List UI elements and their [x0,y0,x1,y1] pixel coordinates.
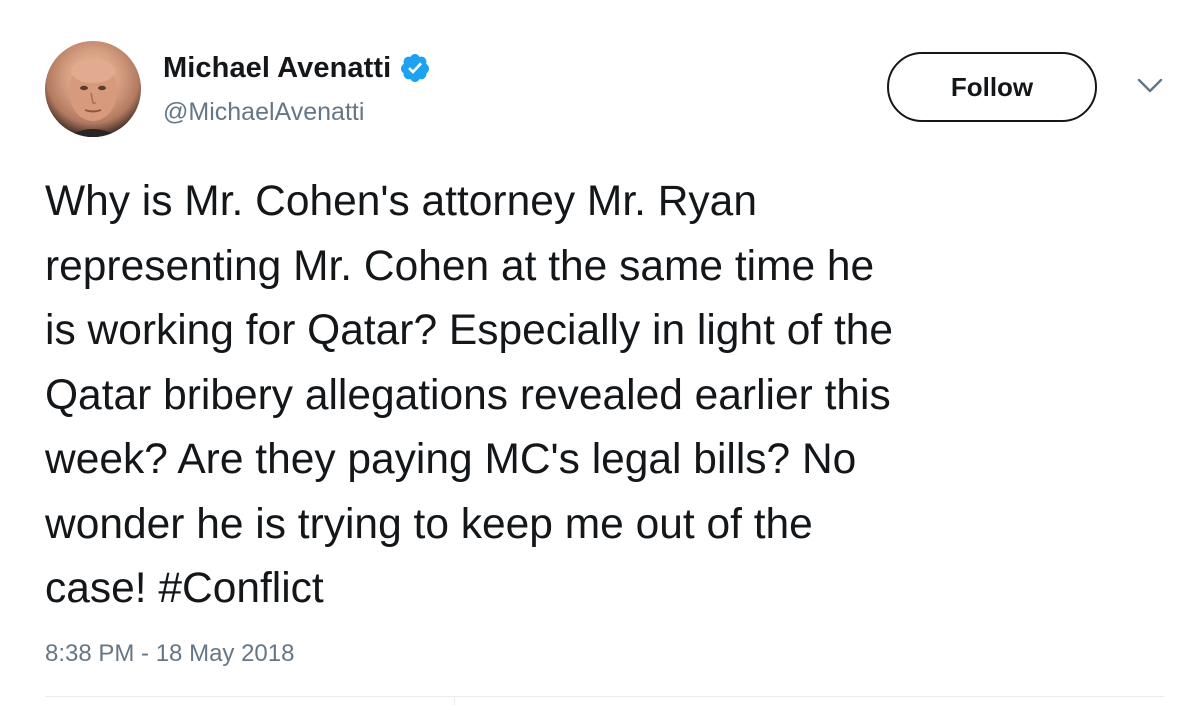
display-name[interactable]: Michael Avenatti [163,52,391,85]
tweet-timestamp[interactable]: 8:38 PM - 18 May 2018 [45,640,294,668]
chevron-down-icon[interactable] [1136,76,1164,96]
tweet-text-line: is working for Qatar? Especially in ligh… [45,307,894,354]
tweet-text-line: wonder he is trying to keep me out of th… [45,500,813,548]
tweet-text-line: Why is Mr. Cohen's attorney Mr. Ryan [45,178,757,225]
tweet-text-line: representing Mr. Cohen at the same time … [45,242,875,290]
tweet-text-line: case! #Conflict [45,565,324,612]
tweet-text-line: week? Are they paying MC's legal bills? … [45,436,857,483]
divider-tick [454,696,455,705]
tweet-text: Why is Mr. Cohen's attorney Mr. Ryan rep… [45,170,1175,622]
verified-badge-icon [399,52,431,84]
avatar[interactable] [45,41,141,137]
name-row: Michael Avenatti [163,48,431,88]
tweet-card: Michael Avenatti @MichaelAvenatti Follow… [0,0,1200,705]
avatar-portrait [67,59,119,137]
user-handle[interactable]: @MichaelAvenatti [163,98,364,127]
follow-button[interactable]: Follow [887,52,1097,122]
divider [45,696,1164,697]
tweet-text-line: Qatar bribery allegations revealed earli… [45,371,891,419]
